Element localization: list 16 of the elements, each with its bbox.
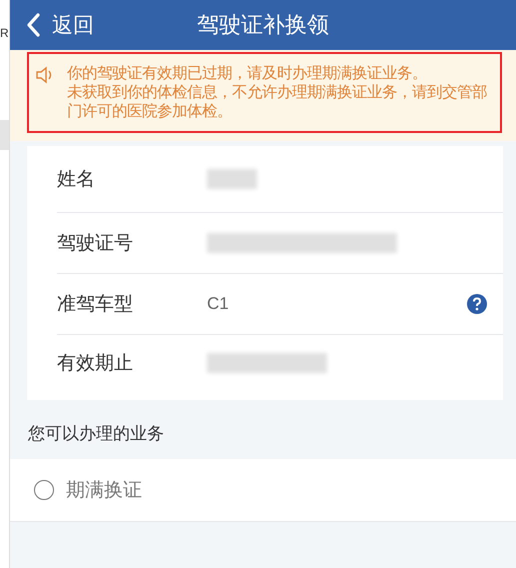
window-text: R — [0, 26, 9, 40]
field-value: C1 — [207, 294, 230, 314]
field-label: 姓名 — [57, 167, 96, 192]
field-label: 有效期止 — [57, 350, 134, 376]
radio-button[interactable] — [34, 480, 54, 500]
field-label: 准驾车型 — [57, 292, 134, 317]
notice-message: 未获取到你的体检信息，不允许办理期满换证业务，请到交管部门许可的医院参加体检。 — [67, 83, 487, 121]
chevron-left-icon — [26, 13, 40, 37]
service-option[interactable]: 期满换证 — [10, 459, 516, 521]
back-button[interactable]: 返回 — [10, 11, 94, 39]
help-icon[interactable] — [467, 294, 487, 314]
notice-message: 你的驾驶证有效期已过期，请及时办理期满换证业务。 — [67, 64, 428, 83]
option-label: 期满换证 — [66, 478, 142, 503]
page-title: 驾驶证补换领 — [196, 12, 330, 40]
section-title: 您可以办理的业务 — [27, 423, 165, 446]
field-label: 驾驶证号 — [57, 231, 134, 256]
